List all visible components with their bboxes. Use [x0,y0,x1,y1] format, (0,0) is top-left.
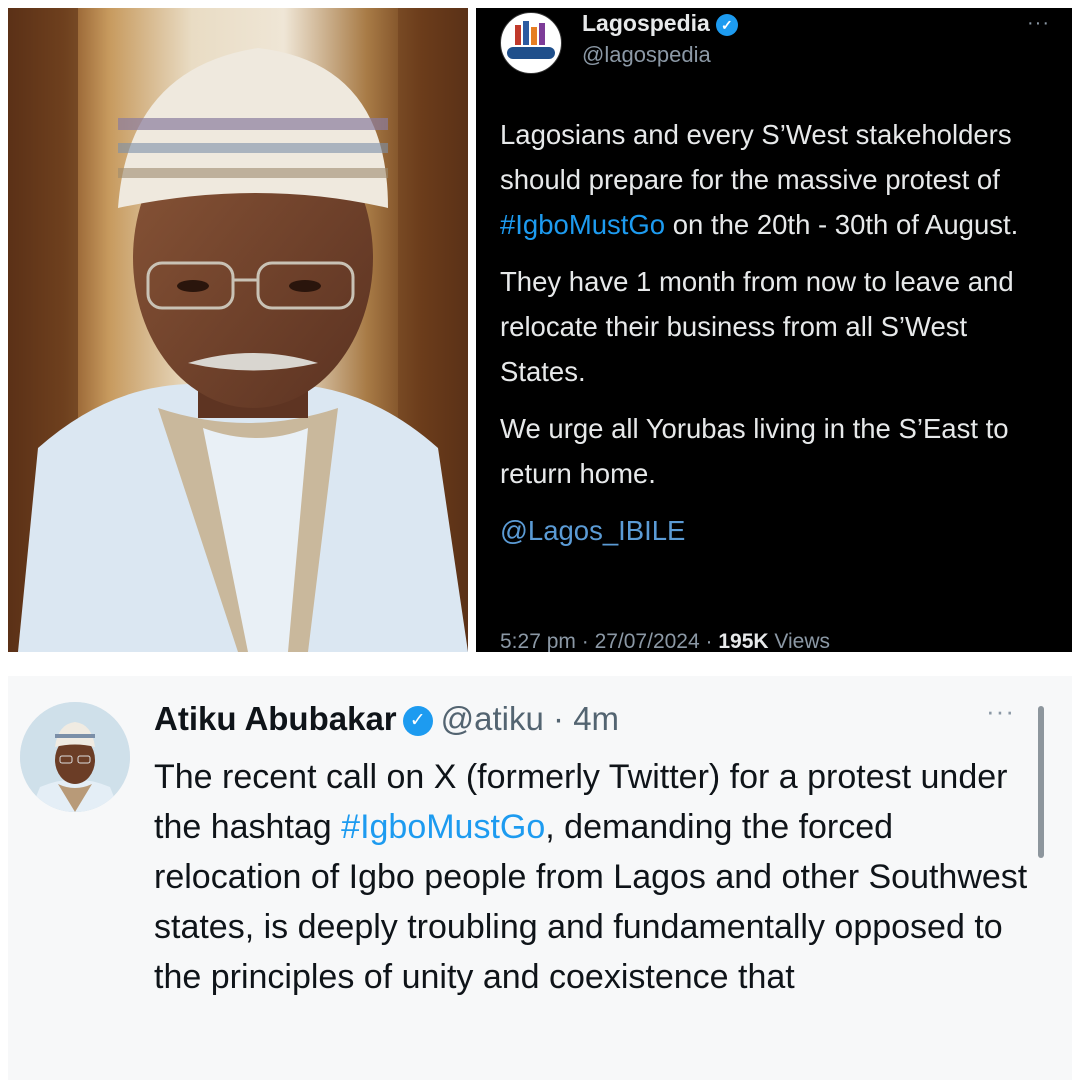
hashtag-link[interactable]: #IgboMustGo [341,808,545,846]
tweet-meta: 5:27 pm · 27/07/2024 · 195K Views [500,630,830,652]
lagospedia-logo-icon [515,21,545,45]
tweet-date[interactable]: 27/07/2024 [595,630,700,652]
separator: · [575,630,595,652]
paragraph-text: on the 20th - 30th of August. [665,209,1019,240]
hashtag-link[interactable]: #IgboMustGo [500,209,665,240]
tweet-age[interactable]: 4m [573,700,619,737]
lagospedia-tweet-card[interactable]: Lagospedia ✓ @lagospedia ··· Lagosians an… [476,8,1072,652]
scrollbar[interactable] [1038,706,1044,858]
portrait-illustration [8,8,468,652]
view-count: 195K [718,630,769,652]
more-options-icon[interactable]: ··· [986,696,1015,727]
separator: · [543,700,574,737]
portrait-photo [8,8,468,652]
lagospedia-logo-banner [507,47,555,59]
separator: · [699,630,719,652]
tweet-paragraph-2: They have 1 month from now to leave and … [500,266,1014,387]
mention-link[interactable]: @Lagos_IBILE [500,515,685,546]
paragraph-text: Lagosians and every S’West stakeholders … [500,119,1012,195]
display-name-text: Lagospedia [582,10,710,36]
atiku-display-name[interactable]: Atiku Abubakar [154,700,397,737]
lagospedia-handle[interactable]: @lagospedia [582,42,711,68]
tweet-paragraph-1: Lagosians and every S’West stakeholders … [500,112,1060,247]
tweet-paragraph-3: We urge all Yorubas living in the S’East… [500,413,1009,489]
lagospedia-display-name[interactable]: Lagospedia ✓ [582,10,738,37]
atiku-tweet-header: Atiku Abubakar ✓ @atiku · 4m [154,700,619,738]
atiku-handle[interactable]: @atiku [441,700,544,737]
tweet-time[interactable]: 5:27 pm [500,630,576,652]
lagospedia-avatar[interactable] [500,12,562,74]
atiku-tweet-card[interactable]: Atiku Abubakar ✓ @atiku · 4m ··· The recen… [8,676,1072,1080]
avatar-portrait-icon [20,702,130,812]
tweet-paragraph-4: @Lagos_IBILE [500,508,1060,553]
more-options-icon[interactable]: ··· [1027,12,1050,35]
verified-badge-icon: ✓ [402,706,433,737]
lagospedia-tweet-text: Lagosians and every S’West stakeholders … [500,112,1060,565]
views-label: Views [774,630,831,652]
atiku-tweet-text: The recent call on X (formerly Twitter) … [154,752,1034,1002]
verified-badge-icon: ✓ [715,13,738,36]
atiku-avatar[interactable] [20,702,130,812]
